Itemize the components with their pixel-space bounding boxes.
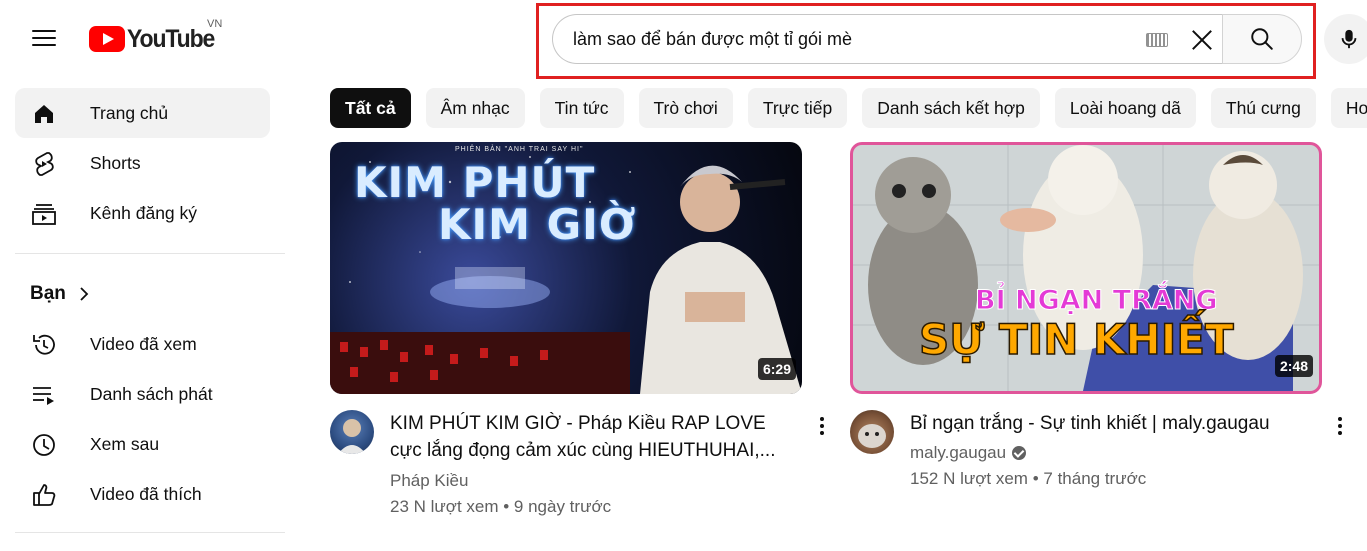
sidebar-item-watch-later[interactable]: Xem sau xyxy=(15,419,270,469)
more-options-icon[interactable] xyxy=(816,414,828,438)
channel-avatar[interactable] xyxy=(850,410,894,454)
chip-mixes[interactable]: Danh sách kết hợp xyxy=(862,88,1040,128)
filter-chips-bar: Tất cả Âm nhạc Tin tức Trò chơi Trực tiế… xyxy=(330,88,1367,128)
video-meta: 152 N lượt xem • 7 tháng trước xyxy=(910,469,1146,489)
thumbnail-title-line2: KIM GIỜ xyxy=(438,200,637,249)
chevron-right-icon xyxy=(80,287,89,301)
thumbnail-top-text: PHIÊN BẢN "ANH TRAI SAY HI" xyxy=(455,146,584,153)
home-icon xyxy=(31,101,57,127)
country-code: VN xyxy=(207,18,223,30)
keyboard-icon[interactable] xyxy=(1146,33,1168,47)
video-meta: 23 N lượt xem • 9 ngày trước xyxy=(390,497,611,517)
sidebar-item-label: Danh sách phát xyxy=(90,383,213,404)
youtube-logo[interactable]: YouTube xyxy=(89,24,222,54)
logo-text: YouTube xyxy=(127,24,215,53)
playlist-icon xyxy=(31,382,57,408)
thumbnail-title-line2: SỰ TIN KHIẾT xyxy=(918,314,1234,365)
shorts-icon xyxy=(31,151,57,177)
channel-name-text[interactable]: Pháp Kiều xyxy=(390,471,468,491)
video-duration: 6:29 xyxy=(757,358,796,380)
youtube-play-icon xyxy=(89,26,125,52)
video-card: PHIÊN BẢN "ANH TRAI SAY HI" KIM PHÚT KIM… xyxy=(330,142,824,516)
thumbnail-title-line1: BỈ NGẠN TRẮNG xyxy=(975,285,1219,317)
video-title[interactable]: KIM PHÚT KIM GIỜ - Pháp Kiều RAP LOVE cự… xyxy=(390,410,790,464)
sidebar-item-label: Xem sau xyxy=(90,433,160,454)
meta-separator: • xyxy=(503,497,514,516)
video-duration: 2:48 xyxy=(1274,355,1313,377)
microphone-icon xyxy=(1341,29,1357,49)
video-card: BỈ NGẠN TRẮNG SỰ TIN KHIẾT 2:48 Bỉ ngạn … xyxy=(850,142,1342,488)
sidebar-item-liked-videos[interactable]: Video đã thích xyxy=(15,469,270,519)
chip-live[interactable]: Trực tiếp xyxy=(747,88,848,128)
sidebar-divider xyxy=(15,532,285,533)
sidebar-divider xyxy=(15,253,285,254)
sidebar-item-playlists[interactable]: Danh sách phát xyxy=(15,369,270,419)
search-input[interactable]: làm sao để bán được một tỉ gói mè xyxy=(552,14,1223,64)
menu-icon[interactable] xyxy=(24,18,64,58)
sidebar-item-label: Trang chủ xyxy=(90,102,169,123)
chip-news[interactable]: Tin tức xyxy=(539,88,624,128)
chip-gaming[interactable]: Trò chơi xyxy=(638,88,733,128)
avatar-artwork xyxy=(858,424,886,448)
video-thumbnail[interactable]: BỈ NGẠN TRẮNG SỰ TIN KHIẾT 2:48 xyxy=(850,142,1322,394)
sidebar-item-home[interactable]: Trang chủ xyxy=(15,88,270,138)
channel-avatar[interactable] xyxy=(330,410,374,454)
channel-name-text[interactable]: maly.gaugau xyxy=(910,443,1006,463)
video-thumbnail[interactable]: PHIÊN BẢN "ANH TRAI SAY HI" KIM PHÚT KIM… xyxy=(330,142,802,394)
sidebar-section-you[interactable]: Bạn xyxy=(30,283,90,305)
chip-pets[interactable]: Thú cưng xyxy=(1210,88,1316,128)
history-icon xyxy=(31,332,57,358)
sidebar-item-label: Video đã thích xyxy=(90,483,202,504)
sidebar-item-label: Shorts xyxy=(90,152,141,173)
upload-age: 9 ngày trước xyxy=(513,497,612,516)
chip-music[interactable]: Âm nhạc xyxy=(425,88,525,128)
view-count: 23 N lượt xem xyxy=(390,497,499,516)
sidebar-item-shorts[interactable]: Shorts xyxy=(15,138,270,188)
view-count: 152 N lượt xem xyxy=(910,469,1028,488)
thumbs-up-icon xyxy=(31,482,57,508)
chip-all[interactable]: Tất cả xyxy=(330,88,411,128)
upload-age: 7 tháng trước xyxy=(1043,469,1147,488)
sidebar-item-label: Video đã xem xyxy=(90,333,197,354)
channel-name[interactable]: Pháp Kiều xyxy=(390,471,468,491)
sidebar-item-subscriptions[interactable]: Kênh đăng ký xyxy=(15,188,270,238)
sidebar-item-history[interactable]: Video đã xem xyxy=(15,319,270,369)
verified-check-icon xyxy=(1012,446,1027,460)
subscriptions-icon xyxy=(31,201,57,227)
meta-separator: • xyxy=(1032,469,1044,488)
channel-name[interactable]: maly.gaugau xyxy=(910,443,1027,463)
sidebar-item-label: Kênh đăng ký xyxy=(90,202,198,223)
more-options-icon[interactable] xyxy=(1334,414,1346,438)
search-button[interactable] xyxy=(1222,14,1302,64)
chip-animation[interactable]: Hoạ xyxy=(1330,88,1367,128)
chip-wildlife[interactable]: Loài hoang dã xyxy=(1054,88,1196,128)
voice-search-button[interactable] xyxy=(1324,14,1367,64)
search-input-value[interactable]: làm sao để bán được một tỉ gói mè xyxy=(573,29,1223,50)
sidebar-section-label: Bạn xyxy=(30,283,66,304)
video-title[interactable]: Bỉ ngạn trắng - Sự tinh khiết | maly.gau… xyxy=(910,410,1310,437)
clear-search-icon[interactable] xyxy=(1189,27,1215,53)
watch-later-icon xyxy=(31,432,57,458)
avatar-artwork xyxy=(338,419,366,454)
search-icon xyxy=(1251,28,1273,50)
